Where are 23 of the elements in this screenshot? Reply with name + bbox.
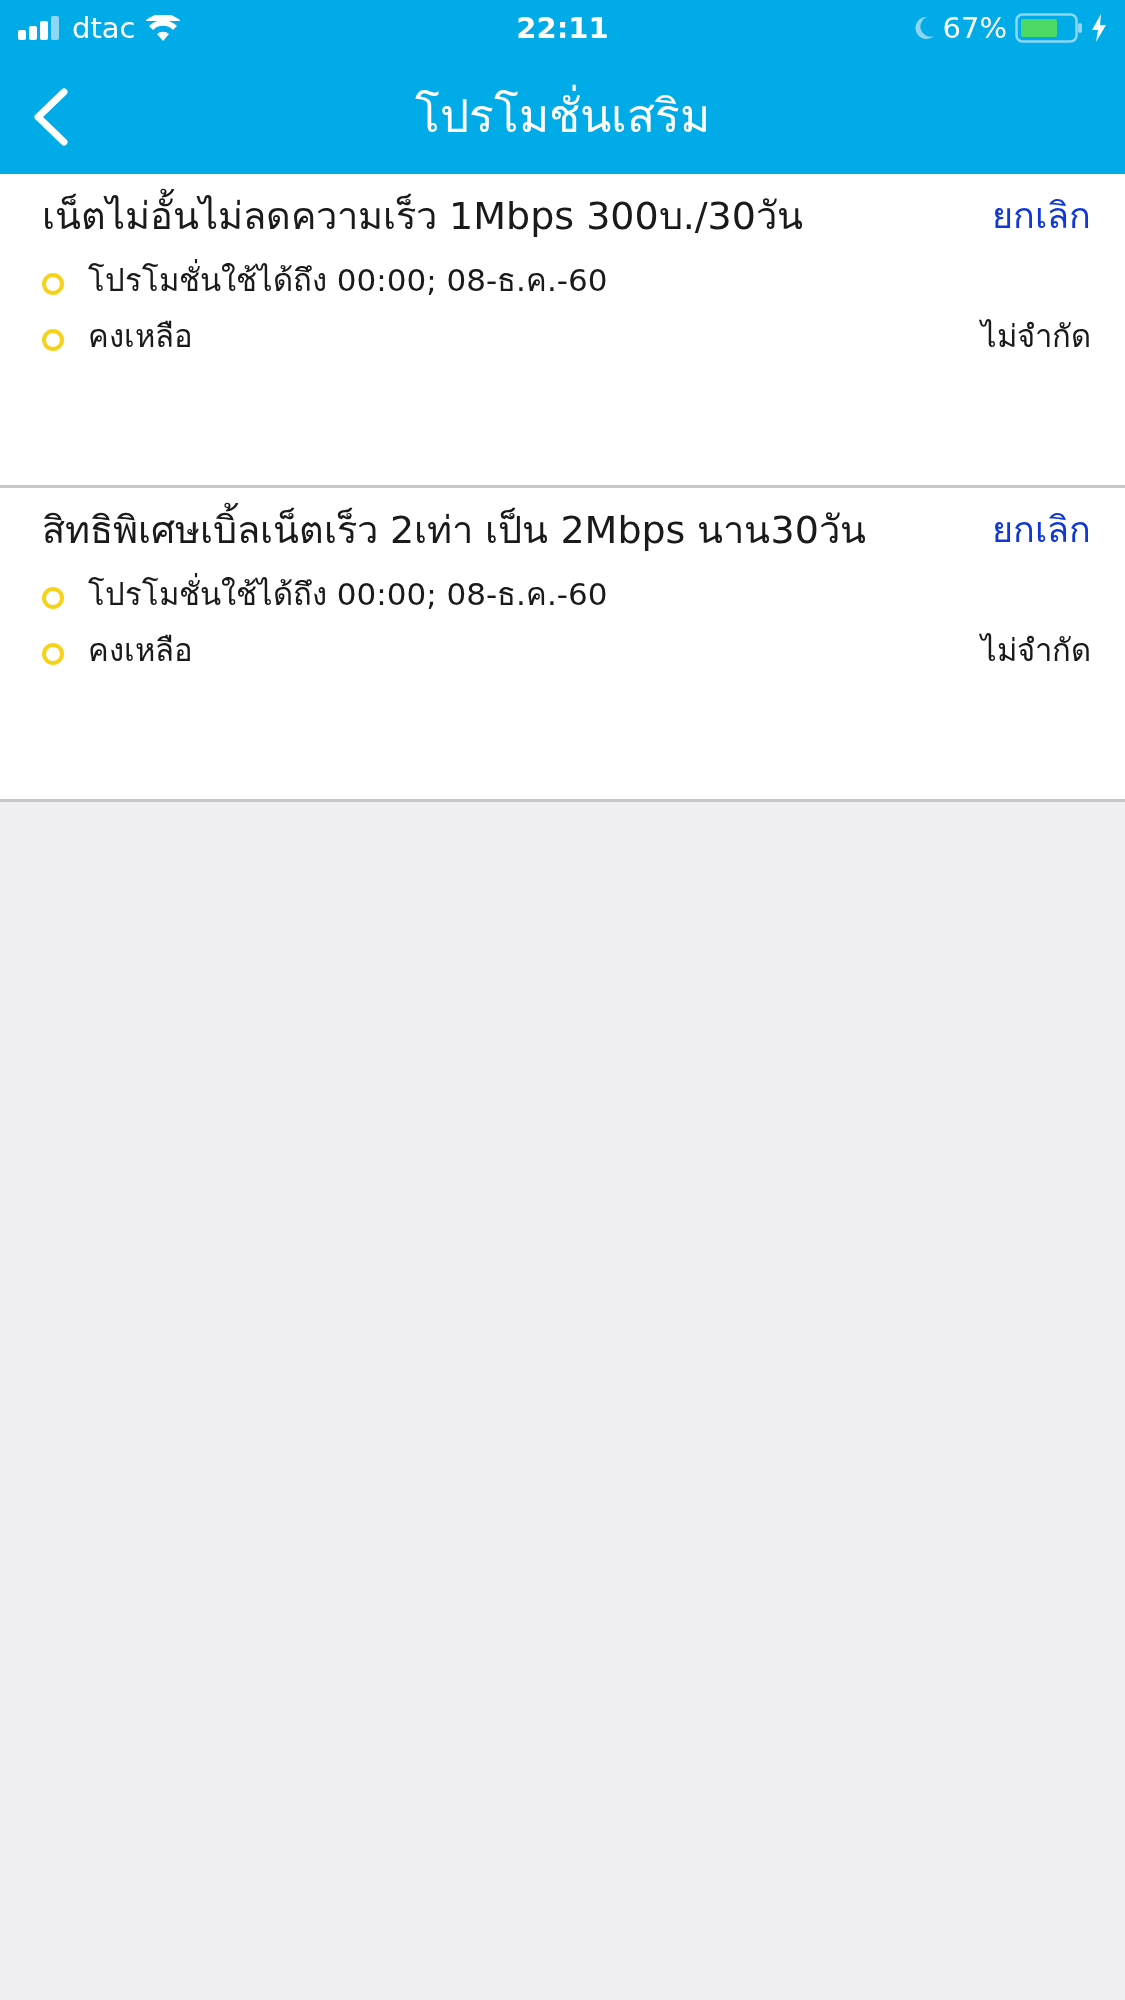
bullet-icon <box>42 643 64 665</box>
cancel-link[interactable]: ยกเลิก <box>992 504 1091 556</box>
carrier-name: dtac <box>72 11 136 45</box>
battery-percentage: 67% <box>942 11 1007 45</box>
promotion-name: สิทธิพิเศษเบิ้ลเน็ตเร็ว 2เท่า เป็น 2Mbps นาน30วัน <box>42 504 972 556</box>
detail-label: คงเหลือ <box>88 317 193 356</box>
bullet-icon <box>42 273 64 295</box>
detail-label: คงเหลือ <box>88 631 193 670</box>
bullet-icon <box>42 587 64 609</box>
battery-icon <box>1015 13 1083 43</box>
bullet-icon <box>42 329 64 351</box>
wifi-icon <box>145 15 180 41</box>
cancel-link[interactable]: ยกเลิก <box>992 190 1091 242</box>
promotion-name: เน็ตไม่อั้นไม่ลดความเร็ว 1Mbps 300บ./30วัน <box>42 190 972 242</box>
detail-label: โปรโมชั่นใช้ได้ถึง 00:00; 08-ธ.ค.-60 <box>88 256 608 304</box>
status-time: 22:11 <box>516 11 609 45</box>
detail-value: ไม่จำกัด <box>981 631 1091 670</box>
page-title: โปรโมชั่นเสริม <box>415 78 710 152</box>
moon-icon <box>912 16 935 40</box>
detail-value: ไม่จำกัด <box>981 317 1091 356</box>
detail-label: โปรโมชั่นใช้ได้ถึง 00:00; 08-ธ.ค.-60 <box>88 570 608 618</box>
charging-icon <box>1091 14 1107 42</box>
signal-icon <box>18 16 62 40</box>
